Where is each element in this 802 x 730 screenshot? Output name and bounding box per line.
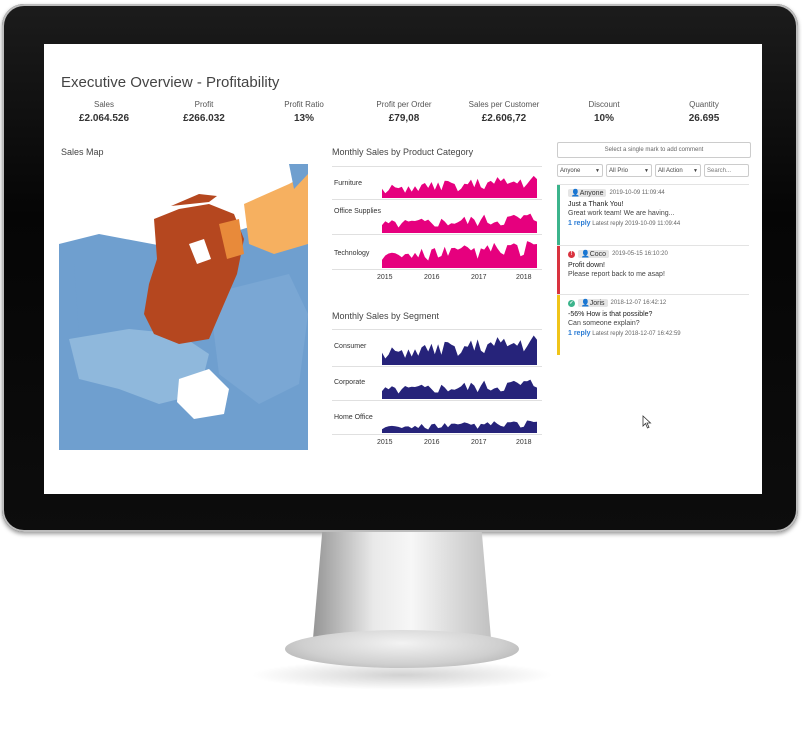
kpi-quantity: Quantity 26.695 — [654, 100, 754, 124]
chevron-down-icon: ▼ — [644, 168, 649, 174]
series-label: Office Supplies — [334, 208, 381, 215]
kpi-sales: Sales £2.064.526 — [54, 100, 154, 124]
kpi-label: Quantity — [689, 100, 719, 109]
x-tick: 2018 — [516, 439, 532, 446]
user-icon: 👤 — [581, 300, 590, 307]
comment-input[interactable]: Select a single mark to add comment — [557, 142, 751, 158]
monitor-stand-base — [285, 630, 519, 668]
comment-user: Anyone — [579, 190, 604, 197]
kpi-sales-per-customer: Sales per Customer £2.606,72 — [454, 100, 554, 124]
kpi-value: 26.695 — [688, 113, 720, 124]
comment-card[interactable]: 👤Anyone 2019-10-09 11:09:44 Just a Thank … — [557, 185, 749, 245]
comment-date: 2019-10-09 11:09:44 — [609, 190, 665, 196]
sales-map[interactable] — [59, 164, 308, 450]
segment-area-chart[interactable] — [382, 330, 537, 434]
series-label: Furniture — [334, 180, 363, 187]
alert-icon: ! — [568, 250, 575, 258]
x-tick: 2018 — [516, 274, 532, 281]
latest-reply: Latest reply 2019-10-09 11:09:44 — [592, 221, 681, 227]
series-label: Consumer — [334, 343, 367, 350]
user-filter[interactable]: Anyone ▼ — [557, 164, 603, 177]
comment-card[interactable]: ✓ 👤Joris 2018-12-07 16:42:12 -56% How is t… — [557, 295, 749, 355]
area-series-consumer[interactable] — [382, 335, 537, 366]
comment-title: Profit down! — [568, 262, 605, 269]
kpi-label: Sales — [93, 100, 114, 109]
chart-segment-title: Monthly Sales by Segment — [332, 311, 440, 321]
mouse-cursor-icon — [642, 415, 652, 429]
user-icon: 👤 — [581, 251, 590, 258]
chevron-down-icon: ▼ — [693, 168, 698, 174]
area-series-home-office[interactable] — [382, 420, 537, 434]
kpi-discount: Discount 10% — [554, 100, 654, 124]
action-filter[interactable]: All Action ▼ — [655, 164, 701, 177]
comment-body: Please report back to me asap! — [568, 271, 665, 278]
search-placeholder: Search... — [707, 168, 732, 174]
category-area-chart[interactable] — [382, 167, 537, 269]
monitor-bezel: Executive Overview - Profitability Sales… — [2, 4, 798, 532]
kpi-value: £2.064.526 — [78, 113, 130, 124]
divider — [332, 269, 542, 270]
x-tick: 2015 — [377, 439, 393, 446]
user-badge[interactable]: 👤Joris — [578, 299, 608, 307]
kpi-profit-per-order: Profit per Order £79,08 — [354, 100, 454, 124]
x-tick: 2017 — [471, 439, 487, 446]
comment-title: -56% How is that possible? — [568, 311, 653, 318]
comment-card[interactable]: ! 👤Coco 2019-05-15 16:10:20 Profit down! P… — [557, 246, 749, 294]
series-label: Corporate — [334, 379, 366, 386]
area-series-office-supplies[interactable] — [382, 213, 537, 233]
monitor-stand-neck — [312, 532, 492, 642]
priority-filter-value: All Prio — [609, 168, 629, 174]
series-label: Home Office — [334, 414, 373, 421]
user-badge[interactable]: 👤Coco — [578, 250, 610, 258]
search-input[interactable]: Search... — [704, 164, 749, 177]
comment-title: Just a Thank You! — [568, 201, 624, 208]
kpi-value: 10% — [593, 113, 614, 124]
latest-reply: Latest reply 2018-12-07 16:42:59 — [592, 331, 681, 337]
series-label: Technology — [334, 250, 370, 257]
reply-link[interactable]: 1 reply — [568, 220, 591, 227]
kpi-value: £266.032 — [183, 113, 225, 124]
kpi-value: £79,08 — [388, 113, 420, 124]
x-tick: 2017 — [471, 274, 487, 281]
kpi-label: Profit — [194, 100, 214, 109]
kpi-label: Sales per Customer — [468, 100, 540, 109]
kpi-value: £2.606,72 — [481, 113, 527, 124]
area-series-corporate[interactable] — [382, 379, 537, 399]
kpi-label: Discount — [588, 100, 620, 109]
area-series-technology[interactable] — [382, 241, 537, 268]
kpi-label: Profit per Order — [376, 100, 432, 109]
comment-body: Great work team! We are having... — [568, 210, 675, 217]
comment-body: Can someone explain? — [568, 320, 640, 327]
comment-user: Joris — [589, 300, 605, 307]
action-filter-value: All Action — [658, 168, 683, 174]
kpi-profit-ratio: Profit Ratio 13% — [254, 100, 354, 124]
comment-date: 2018-12-07 16:42:12 — [610, 300, 667, 306]
dashboard-screen: Executive Overview - Profitability Sales… — [44, 44, 762, 494]
page-title: Executive Overview - Profitability — [61, 74, 280, 91]
user-icon: 👤 — [571, 190, 580, 197]
kpi-value: 13% — [293, 113, 314, 124]
area-series-furniture[interactable] — [382, 175, 537, 198]
comment-user: Coco — [589, 251, 607, 258]
priority-filter[interactable]: All Prio ▼ — [606, 164, 652, 177]
kpi-row: Sales £2.064.526 Profit £266.032 Profit Ra… — [54, 100, 754, 124]
sales-map-title: Sales Map — [61, 147, 104, 157]
chart-category-title: Monthly Sales by Product Category — [332, 147, 474, 157]
kpi-label: Profit Ratio — [284, 100, 324, 109]
chevron-down-icon: ▼ — [595, 168, 600, 174]
comment-date: 2019-05-15 16:10:20 — [612, 251, 668, 257]
divider — [332, 434, 542, 435]
x-tick: 2016 — [424, 439, 440, 446]
user-badge[interactable]: 👤Anyone — [568, 189, 607, 197]
kpi-profit: Profit £266.032 — [154, 100, 254, 124]
reply-link[interactable]: 1 reply — [568, 330, 591, 337]
x-tick: 2016 — [424, 274, 440, 281]
x-tick: 2015 — [377, 274, 393, 281]
user-filter-value: Anyone — [560, 168, 581, 174]
check-icon: ✓ — [568, 299, 575, 307]
